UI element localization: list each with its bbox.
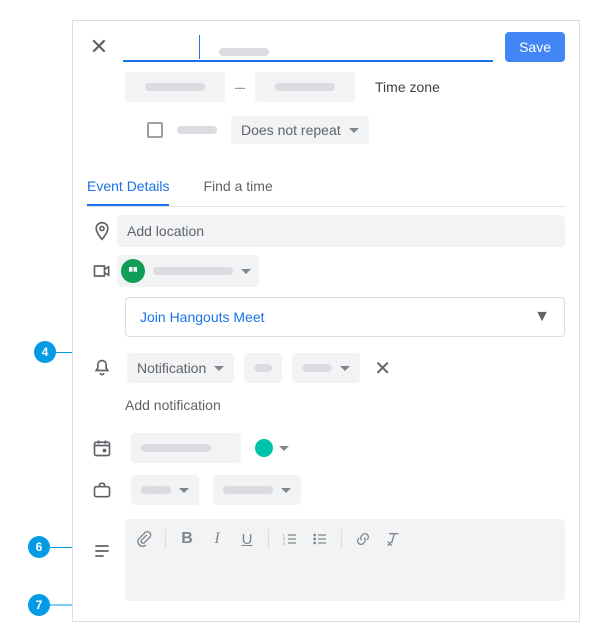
chevron-down-icon (281, 488, 291, 493)
numbered-list-icon[interactable]: 123 (281, 531, 299, 547)
color-dropdown[interactable] (255, 439, 289, 457)
notification-type-label: Notification (137, 360, 206, 376)
chevron-down-icon (214, 366, 224, 371)
description-icon (87, 541, 117, 561)
attachment-icon[interactable] (135, 530, 153, 548)
underline-icon[interactable]: U (238, 531, 256, 548)
bold-icon[interactable]: B (178, 530, 196, 548)
conferencing-dropdown[interactable] (117, 255, 259, 287)
svg-text:3: 3 (283, 540, 286, 545)
join-hangouts-link[interactable]: Join Hangouts Meet (140, 309, 265, 325)
bullet-list-icon[interactable] (311, 531, 329, 547)
formatting-toolbar: B I U 123 (135, 529, 555, 549)
briefcase-icon (87, 480, 117, 500)
annotation-6: 6 (28, 536, 50, 558)
clear-format-icon[interactable] (384, 531, 402, 547)
video-icon (87, 261, 117, 281)
link-icon[interactable] (354, 531, 372, 547)
notification-unit-dropdown[interactable] (292, 353, 360, 383)
notification-type-dropdown[interactable]: Notification (127, 353, 234, 383)
location-placeholder: Add location (127, 223, 204, 239)
description-editor[interactable]: B I U 123 (125, 519, 565, 601)
visibility-dropdown[interactable] (213, 475, 301, 505)
tab-event-details[interactable]: Event Details (87, 168, 169, 206)
annotation-7: 7 (28, 594, 50, 616)
allday-label-skeleton (177, 126, 217, 134)
hangouts-icon (121, 259, 145, 283)
time-dash: – (235, 77, 245, 98)
input-cursor (199, 35, 200, 59)
annotation-4: 4 (34, 341, 56, 363)
repeat-dropdown[interactable]: Does not repeat (231, 116, 369, 144)
add-notification-button[interactable]: Add notification (73, 383, 579, 423)
chevron-down-icon (340, 366, 350, 371)
calendar-dropdown[interactable] (131, 433, 241, 463)
busy-dropdown[interactable] (131, 475, 199, 505)
close-icon[interactable]: ✕ (87, 34, 111, 60)
start-time-field[interactable] (125, 72, 225, 102)
conferencing-skeleton (153, 267, 233, 275)
location-icon (87, 221, 117, 241)
tab-find-a-time[interactable]: Find a time (203, 168, 272, 206)
chevron-down-icon (179, 488, 189, 493)
chevron-down-icon[interactable]: ▼ (534, 308, 550, 326)
bell-icon (87, 358, 117, 378)
event-editor-panel: ✕ Save – Time zone Does not repeat Event… (72, 20, 580, 622)
chevron-down-icon (349, 128, 359, 133)
event-title-input[interactable] (123, 31, 493, 62)
title-placeholder-skeleton (219, 43, 269, 59)
end-time-field[interactable] (255, 72, 355, 102)
join-meeting-box[interactable]: Join Hangouts Meet ▼ (125, 297, 565, 337)
calendar-icon (87, 438, 117, 458)
remove-notification-icon[interactable]: ✕ (374, 356, 391, 381)
notification-number-field[interactable] (244, 353, 282, 383)
location-input[interactable]: Add location (117, 215, 565, 247)
timezone-link[interactable]: Time zone (375, 79, 440, 95)
chevron-down-icon (279, 446, 289, 451)
allday-checkbox[interactable] (147, 122, 163, 138)
color-chip (255, 439, 273, 457)
save-button[interactable]: Save (505, 32, 565, 62)
italic-icon[interactable]: I (208, 530, 226, 548)
chevron-down-icon (241, 269, 251, 274)
repeat-label: Does not repeat (241, 122, 341, 138)
